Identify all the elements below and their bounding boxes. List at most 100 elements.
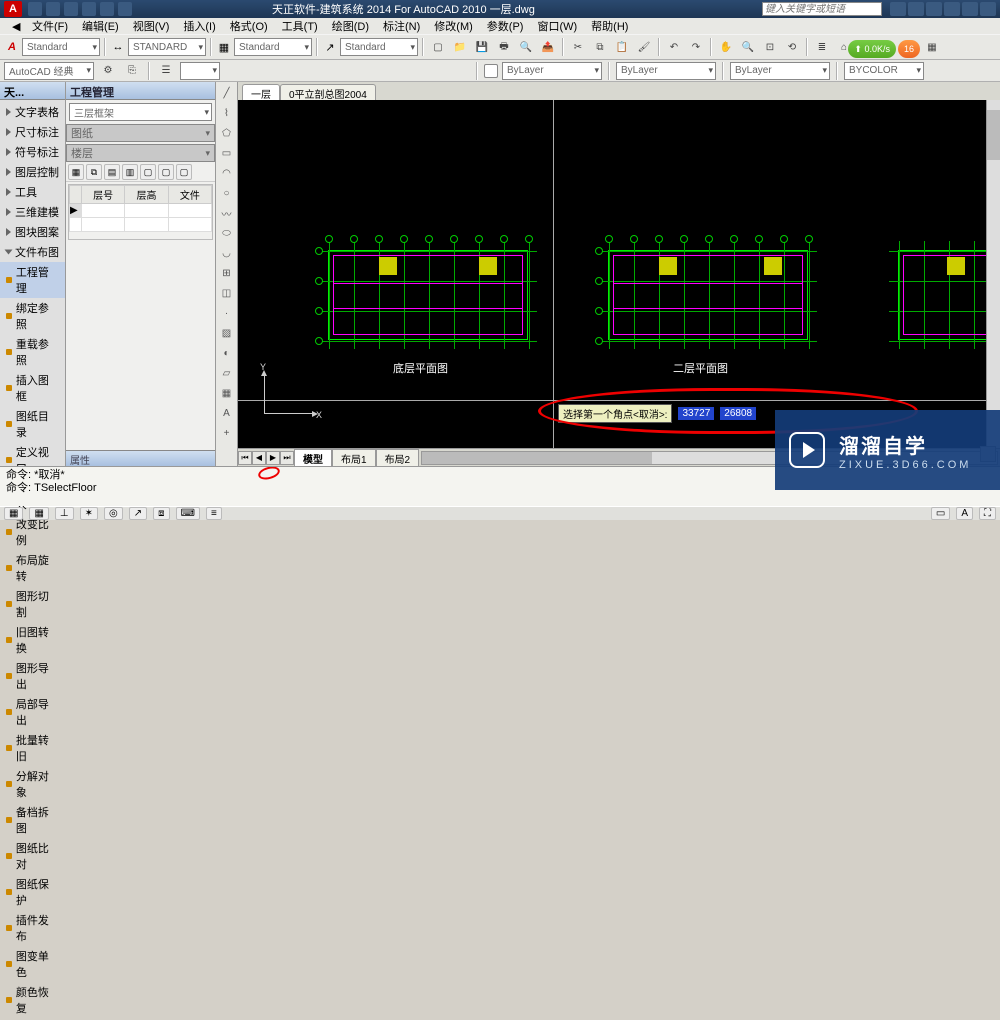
addsel-icon[interactable]: + (218, 424, 236, 442)
tmenu-item[interactable]: 局部导出 (0, 694, 65, 730)
menu-help[interactable]: 帮助(H) (585, 18, 634, 34)
doc-tab[interactable]: 一层 (242, 84, 280, 100)
doc-tab[interactable]: 0平立剖总图2004 (280, 84, 376, 100)
status-grid-icon[interactable]: ▦ (29, 507, 48, 520)
qat-open-icon[interactable] (46, 2, 60, 16)
tmenu-item[interactable]: 图形导出 (0, 658, 65, 694)
ellipse-icon[interactable]: ⬭ (218, 224, 236, 242)
mleaderstyle-icon[interactable]: ↗ (322, 39, 338, 55)
polygon-icon[interactable]: ⬠ (218, 124, 236, 142)
publish-icon[interactable]: 📤 (538, 37, 558, 57)
table-row[interactable] (70, 218, 212, 232)
layer-props-icon[interactable]: ☰ (156, 61, 176, 81)
dimstyle-combo[interactable]: STANDARD (128, 38, 206, 56)
command-input[interactable] (34, 482, 334, 494)
lineweight-combo[interactable]: BYCOLOR (844, 62, 924, 80)
tab-nav-next-icon[interactable]: ▶ (266, 451, 280, 465)
proj-tb-icon[interactable]: ▢ (158, 164, 174, 180)
menu-edit[interactable]: 编辑(E) (76, 18, 125, 34)
tmenu-item[interactable]: 分解对象 (0, 766, 65, 802)
hatch-icon[interactable]: ▨ (218, 324, 236, 342)
workspace-combo[interactable]: AutoCAD 经典 (4, 62, 94, 80)
tab-nav-prev-icon[interactable]: ◀ (252, 451, 266, 465)
textstyle-combo[interactable]: Standard (22, 38, 100, 56)
mtext-icon[interactable]: A (218, 404, 236, 422)
dimstyle-icon[interactable]: ↔ (110, 39, 126, 55)
make-block-icon[interactable]: ◫ (218, 284, 236, 302)
project-floors-bar[interactable]: 楼层 (66, 144, 215, 162)
qat-print-icon[interactable] (118, 2, 132, 16)
zoom-prev-icon[interactable]: ⟲ (782, 37, 802, 57)
calc-icon[interactable]: ▦ (922, 37, 942, 57)
open-icon[interactable]: 📁 (450, 37, 470, 57)
tmenu-item[interactable]: 图形切割 (0, 586, 65, 622)
insert-block-icon[interactable]: ⊞ (218, 264, 236, 282)
circle-icon[interactable]: ○ (218, 184, 236, 202)
tangent-menu-header[interactable]: 天... (0, 82, 65, 100)
zoom-icon[interactable]: 🔍 (738, 37, 758, 57)
model-canvas[interactable]: 底层平面图 二层平面图 选择第一个角点 (238, 100, 986, 448)
project-drawings-bar[interactable]: 图纸 (66, 124, 215, 142)
preview-icon[interactable]: 🔍 (516, 37, 536, 57)
proj-tb-icon[interactable]: ▥ (122, 164, 138, 180)
status-otrack-icon[interactable]: ↗ (129, 507, 147, 520)
rect-icon[interactable]: ▭ (218, 144, 236, 162)
layout-tab-layout1[interactable]: 布局1 (332, 449, 376, 467)
region-icon[interactable]: ▱ (218, 364, 236, 382)
menu-modify[interactable]: 修改(M) (428, 18, 479, 34)
menu-format[interactable]: 格式(O) (224, 18, 274, 34)
menu-window[interactable]: 窗口(W) (531, 18, 583, 34)
tmenu-item[interactable]: 三维建模 (0, 202, 65, 222)
tmenu-item[interactable]: 颜色恢复 (0, 982, 65, 1018)
proj-tb-icon[interactable]: ▢ (140, 164, 156, 180)
status-polar-icon[interactable]: ✶ (80, 507, 98, 520)
menu-view[interactable]: 视图(V) (127, 18, 176, 34)
proj-tb-icon[interactable]: ▤ (104, 164, 120, 180)
new-icon[interactable]: ▢ (428, 37, 448, 57)
point-icon[interactable]: · (218, 304, 236, 322)
tmenu-item[interactable]: 布局旋转 (0, 550, 65, 586)
redo-icon[interactable]: ↷ (686, 37, 706, 57)
arc-icon[interactable]: ◠ (218, 164, 236, 182)
zoom-window-icon[interactable]: ⊡ (760, 37, 780, 57)
status-dynucs-icon[interactable]: ⧈ (153, 507, 169, 520)
linetype-combo[interactable]: ByLayer (730, 62, 830, 80)
properties-icon[interactable]: ≣ (812, 37, 832, 57)
status-snap-icon[interactable]: ▦ (4, 507, 23, 520)
tmenu-item[interactable]: 备档拆图 (0, 802, 65, 838)
help-icon[interactable] (926, 2, 942, 16)
tmenu-item[interactable]: 批量转旧 (0, 730, 65, 766)
tmenu-item[interactable]: 工具 (0, 182, 65, 202)
textstyle-icon[interactable]: A (4, 39, 20, 55)
close-icon[interactable] (980, 2, 996, 16)
ellipse-arc-icon[interactable]: ◡ (218, 244, 236, 262)
properties-bar[interactable]: 属性 (66, 450, 215, 466)
vertical-scrollbar[interactable] (986, 100, 1000, 448)
pan-icon[interactable]: ✋ (716, 37, 736, 57)
tmenu-item[interactable]: 图层控制 (0, 162, 65, 182)
tmenu-item[interactable]: 文件布图 (0, 242, 65, 262)
tmenu-item[interactable]: 尺寸标注 (0, 122, 65, 142)
status-model-toggle[interactable]: ▭ (931, 507, 950, 520)
status-annotation-icon[interactable]: A (956, 507, 973, 520)
minimize-icon[interactable] (944, 2, 960, 16)
tmenu-item[interactable]: 重载参照 (0, 334, 65, 370)
spline-icon[interactable]: 〰 (218, 204, 236, 222)
color-combo[interactable]: ByLayer (616, 62, 716, 80)
line-icon[interactable]: ╱ (218, 84, 236, 102)
exchange-icon[interactable] (908, 2, 924, 16)
project-select-combo[interactable]: 三层框架 (69, 103, 212, 121)
status-dyninput-icon[interactable]: ⌨ (176, 507, 200, 520)
project-panel-header[interactable]: 工程管理 (66, 82, 215, 100)
table-icon[interactable]: ▦ (218, 384, 236, 402)
pline-icon[interactable]: ⌇ (218, 104, 236, 122)
tmenu-item[interactable]: 旧图转换 (0, 622, 65, 658)
copy-icon[interactable]: ⧉ (590, 37, 610, 57)
menu-file[interactable]: 文件(F) (26, 18, 74, 34)
tmenu-item[interactable]: 插入图框 (0, 370, 65, 406)
tmenu-item[interactable]: 插件发布 (0, 910, 65, 946)
menu-insert[interactable]: 插入(I) (177, 18, 221, 34)
cut-icon[interactable]: ✂ (568, 37, 588, 57)
tmenu-item[interactable]: 图纸目录 (0, 406, 65, 442)
tmenu-item[interactable]: 图块图案 (0, 222, 65, 242)
